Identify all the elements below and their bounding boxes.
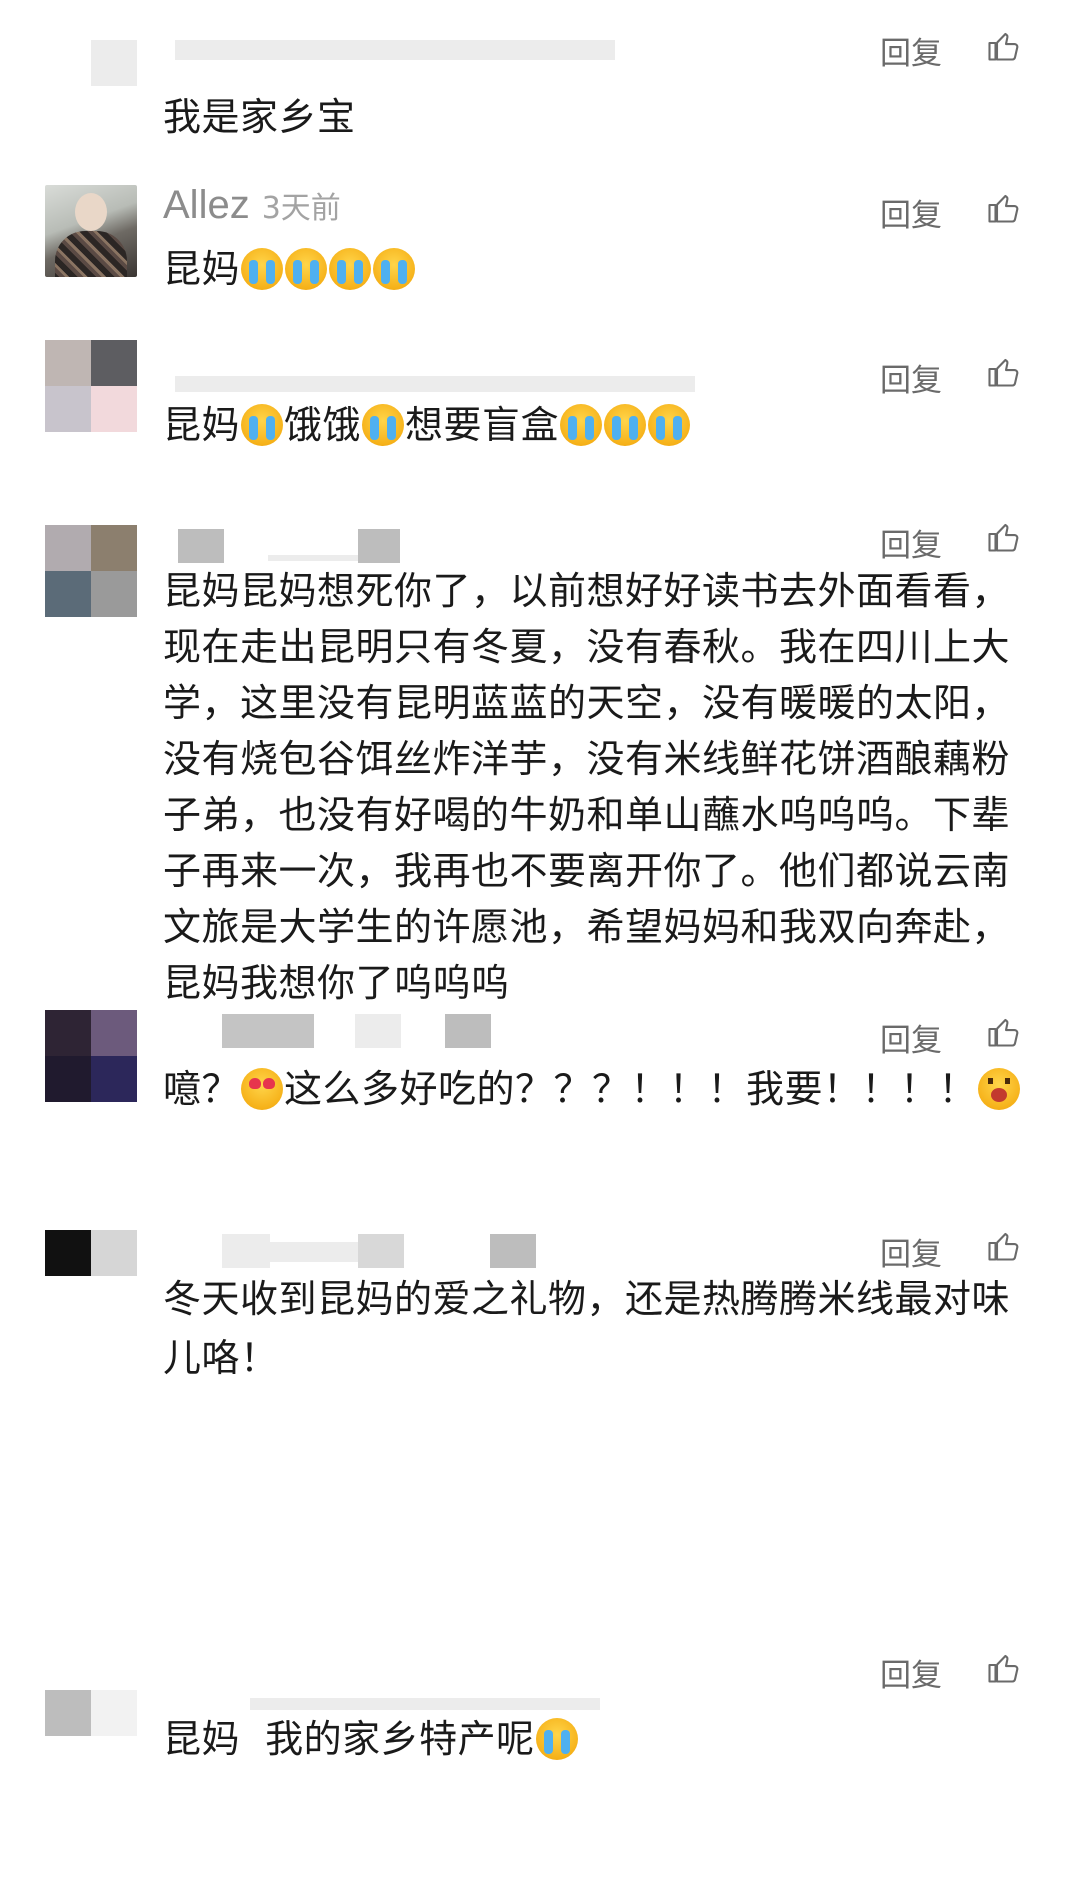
- loudly-crying-face-icon: [560, 404, 603, 446]
- comment-item: 回复 噫？ 这么多好吃的？？？！！！我要！！！！: [0, 1010, 1080, 1180]
- loudly-crying-face-icon: [285, 248, 328, 290]
- reply-button[interactable]: 回复: [880, 28, 942, 73]
- reply-button[interactable]: 回复: [880, 1229, 942, 1274]
- comment-text: 昆妈 饿饿 想要盲盒: [163, 396, 1023, 455]
- comment-meta: Allez 3天前: [163, 182, 341, 228]
- loudly-crying-face-icon: [241, 404, 284, 446]
- redacted-username: [178, 529, 224, 563]
- reply-button[interactable]: 回复: [880, 1015, 942, 1060]
- comment-text: 我是家乡宝: [163, 95, 356, 139]
- thumbs-up-icon[interactable]: [985, 1014, 1021, 1050]
- loudly-crying-face-icon: [362, 404, 405, 446]
- comment-text-segment: 想要盲盒: [405, 403, 560, 447]
- redacted-username: [222, 1234, 270, 1268]
- avatar[interactable]: [45, 1230, 137, 1276]
- avatar[interactable]: [45, 525, 137, 617]
- comment-text: 昆妈 我的家乡特产呢: [163, 1710, 1023, 1769]
- comment-text: 噫？ 这么多好吃的？？？！！！我要！！！！: [163, 1060, 1023, 1119]
- redacted-username: [222, 1014, 314, 1048]
- thumbs-up-icon[interactable]: [985, 1228, 1021, 1264]
- comment-text-segment: 噫？: [163, 1067, 241, 1111]
- loudly-crying-face-icon: [648, 404, 691, 446]
- comment-text: 昆妈: [163, 240, 1023, 299]
- redacted-username: [355, 1014, 401, 1048]
- timestamp: 3天前: [261, 191, 341, 226]
- reply-button[interactable]: 回复: [880, 190, 942, 235]
- comment-item: 回复 昆妈 我的家乡特产呢: [0, 1654, 1080, 1870]
- reply-button[interactable]: 回复: [880, 355, 942, 400]
- comment-item: 回复 我是家乡宝: [0, 0, 1080, 160]
- redacted-username: [358, 529, 400, 563]
- comment-text: 昆妈昆妈想死你了，以前想好好读书去外面看看，现在走出昆明只有冬夏，没有春秋。我在…: [163, 569, 1011, 1005]
- comment-item: 回复 冬天收到昆妈的爱之礼物，还是热腾腾米线最对味儿咯！: [0, 1230, 1080, 1400]
- avatar[interactable]: [45, 185, 137, 277]
- redacted-username: [268, 555, 358, 561]
- redacted-username: [250, 1698, 600, 1710]
- thumbs-up-icon[interactable]: [985, 1650, 1021, 1686]
- comment-text-segment: 昆妈: [163, 403, 241, 447]
- thumbs-up-icon[interactable]: [985, 28, 1021, 64]
- drooling-face-icon: [978, 1068, 1021, 1110]
- avatar[interactable]: [45, 1690, 137, 1736]
- thumbs-up-icon[interactable]: [985, 190, 1021, 226]
- thumbs-up-icon[interactable]: [985, 354, 1021, 390]
- comment-feed: 回复 我是家乡宝 Allez 3天前 回复 昆妈 回复 昆妈 饿饿 想要盲盒 回…: [0, 0, 1080, 1881]
- avatar[interactable]: [45, 1010, 137, 1102]
- redacted-username: [270, 1242, 360, 1262]
- loudly-crying-face-icon: [373, 248, 416, 290]
- loudly-crying-face-icon: [329, 248, 372, 290]
- comment-item: Allez 3天前 回复 昆妈: [0, 160, 1080, 320]
- redacted-username: [445, 1014, 491, 1048]
- reply-button[interactable]: 回复: [880, 1650, 942, 1695]
- username[interactable]: Allez: [163, 183, 250, 228]
- thumbs-up-icon[interactable]: [985, 519, 1021, 555]
- loudly-crying-face-icon: [604, 404, 647, 446]
- comment-text-segment: 这么多好吃的？？？！！！我要！！！！: [284, 1067, 978, 1111]
- redacted-username: [358, 1234, 404, 1268]
- comment-text-segment: 昆妈: [163, 247, 241, 291]
- avatar[interactable]: [45, 40, 137, 92]
- redacted-username: [175, 376, 695, 392]
- comment-item: 回复 昆妈昆妈想死你了，以前想好好读书去外面看看，现在走出昆明只有冬夏，没有春秋…: [0, 523, 1080, 1005]
- reply-button[interactable]: 回复: [880, 520, 942, 565]
- redacted-username: [175, 40, 615, 60]
- comment-text: 冬天收到昆妈的爱之礼物，还是热腾腾米线最对味儿咯！: [163, 1277, 1011, 1380]
- loudly-crying-face-icon: [241, 248, 284, 290]
- comment-item: 回复 昆妈 饿饿 想要盲盒: [0, 340, 1080, 500]
- avatar[interactable]: [45, 340, 137, 432]
- comment-text-segment: 昆妈 我的家乡特产呢: [163, 1717, 535, 1761]
- redacted-username: [490, 1234, 536, 1268]
- smiling-face-with-heart-eyes-icon: [241, 1068, 284, 1110]
- loudly-crying-face-icon: [535, 1718, 578, 1760]
- comment-text-segment: 饿饿: [284, 403, 362, 447]
